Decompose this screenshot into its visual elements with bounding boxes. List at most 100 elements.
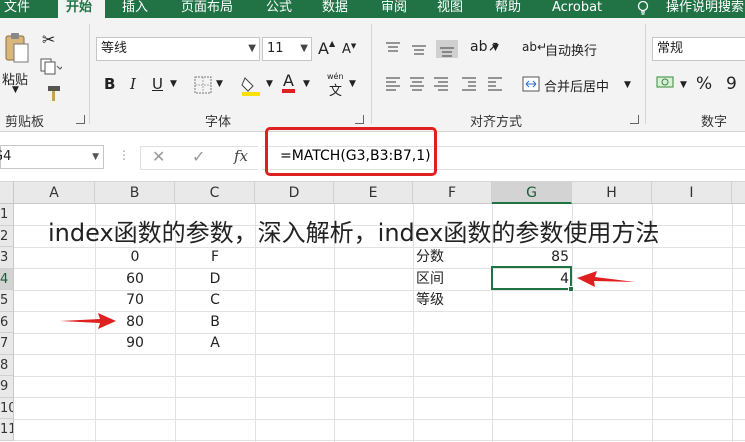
bold-button[interactable]: B [104,75,115,93]
group-separator [645,24,646,124]
number-group-label: 数字 [701,115,728,130]
cell-c6[interactable]: B [175,312,255,333]
row-header-6[interactable]: 6 [0,311,14,333]
merge-dropdown-icon[interactable]: ▼ [624,80,631,90]
column-header-c[interactable]: C [175,182,255,204]
orientation-dropdown-icon[interactable]: ▼ [492,43,499,53]
column-header-i[interactable]: I [652,182,732,204]
clipboard-launcher-icon[interactable] [76,115,85,124]
column-header-f[interactable]: F [413,182,492,204]
horizontal-align-icons[interactable] [384,75,504,95]
column-header-b[interactable]: B [95,182,175,204]
row-header-10[interactable]: 10 [0,397,14,419]
tab-acrobat[interactable]: Acrobat [552,0,602,18]
cell-b5[interactable]: 70 [95,290,175,311]
paste-icon[interactable] [4,32,30,66]
name-box[interactable]: G4 ▼ [0,145,104,169]
borders-icon[interactable] [194,76,212,94]
alignment-launcher-icon[interactable] [630,115,639,124]
tab-view[interactable]: 视图 [437,0,463,18]
select-all-corner[interactable] [0,182,14,204]
shrink-font-button[interactable]: A▼ [342,42,356,57]
chevron-down-icon: ▼ [300,43,308,54]
tab-review[interactable]: 审阅 [381,0,407,18]
column-header-e[interactable]: E [334,182,413,204]
insert-function-icon[interactable]: fx [234,147,248,165]
cell-g3[interactable]: 85 [492,247,572,268]
fill-color-dropdown-icon[interactable]: ▼ [266,79,273,89]
shrink-font-icon: A [342,42,351,57]
row-header-5[interactable]: 5 [0,290,14,312]
cell-f5[interactable]: 等级 [416,290,492,311]
font-name-value: 等线 [101,41,128,56]
tab-home[interactable]: 开始 [58,0,105,18]
cell-f3[interactable]: 分数 [416,247,492,268]
tab-tell-me[interactable]: 操作说明搜索 [666,0,744,18]
gridline [732,204,733,442]
ribbon: 粘贴 ▼ ✂ 剪贴板 等线 ▼ 11 ▼ A▲ A▼ B I U ▼ ▼ ▼ A… [0,18,745,132]
row-header-8[interactable]: 8 [0,354,14,376]
merge-center-button[interactable]: 合并后居中 [544,76,609,95]
copy-icon[interactable] [40,58,62,76]
cell-c5[interactable]: C [175,290,255,311]
format-painter-icon[interactable] [42,84,62,102]
borders-dropdown-icon[interactable]: ▼ [216,79,223,89]
row-header-9[interactable]: 9 [0,376,14,398]
tab-insert[interactable]: 插入 [122,0,148,18]
grow-font-button[interactable]: A▲ [318,39,335,58]
row-header-1[interactable]: 1 [0,204,14,226]
tab-file[interactable]: 文件 [4,0,30,18]
font-size-combo[interactable]: 11 ▼ [262,37,312,61]
enter-icon[interactable]: ✓ [192,147,205,166]
percent-style-button[interactable]: % [696,74,712,94]
cell-b3[interactable]: 0 [95,247,175,268]
font-name-combo[interactable]: 等线 ▼ [96,37,260,61]
cut-icon[interactable]: ✂ [42,30,55,49]
font-color-icon[interactable]: A [282,73,295,93]
clipboard-group-label: 剪贴板 [5,115,45,130]
cell-c4[interactable]: D [175,269,255,290]
cell-c3[interactable]: F [175,247,255,268]
underline-dropdown-icon[interactable]: ▼ [170,79,177,89]
cell-f4[interactable]: 区间 [416,269,492,290]
cell-c7[interactable]: A [175,333,255,354]
row-header-4[interactable]: 4 [0,268,14,290]
merge-center-icon [522,76,540,92]
cell-b7[interactable]: 90 [95,333,175,354]
font-launcher-icon[interactable] [355,115,364,124]
fill-handle[interactable] [568,286,574,292]
accounting-format-icon[interactable] [656,74,676,92]
gridline [14,440,745,441]
paste-dropdown-icon[interactable]: ▼ [12,85,19,95]
font-size-value: 11 [267,41,284,56]
number-format-combo[interactable]: 常规 [652,37,745,61]
column-header-h[interactable]: H [572,182,652,204]
column-header-d[interactable]: D [255,182,334,204]
accounting-dropdown-icon[interactable]: ▼ [680,80,687,90]
phonetic-guide-button[interactable]: 文 [329,80,342,99]
tab-formulas[interactable]: 公式 [266,0,292,18]
wrap-text-button[interactable]: 自动换行 [545,40,597,59]
cell-b4[interactable]: 60 [95,269,175,290]
vertical-align-icons[interactable] [384,40,464,58]
fill-color-icon[interactable] [240,74,262,96]
column-header-g[interactable]: G [492,182,572,204]
column-header-a[interactable]: A [14,182,95,204]
tab-page-layout[interactable]: 页面布局 [181,0,233,18]
font-color-dropdown-icon[interactable]: ▼ [303,79,310,89]
tab-help[interactable]: 帮助 [495,0,521,18]
row-header-7[interactable]: 7 [0,333,14,355]
row-header-3[interactable]: 3 [0,247,14,269]
tab-data[interactable]: 数据 [322,0,348,18]
row-header-11[interactable]: 11 [0,419,14,441]
group-separator [371,24,372,124]
formula-highlight-box [265,127,437,176]
underline-button[interactable]: U [152,75,163,93]
column-header-j[interactable] [732,182,745,204]
row-header-2[interactable]: 2 [0,225,14,247]
phonetic-dropdown-icon[interactable]: ▼ [349,79,356,89]
cancel-icon[interactable]: ✕ [152,147,165,166]
alignment-group-label: 对齐方式 [470,115,523,130]
italic-button[interactable]: I [130,75,136,93]
comma-style-button[interactable]: 9 [726,74,737,94]
